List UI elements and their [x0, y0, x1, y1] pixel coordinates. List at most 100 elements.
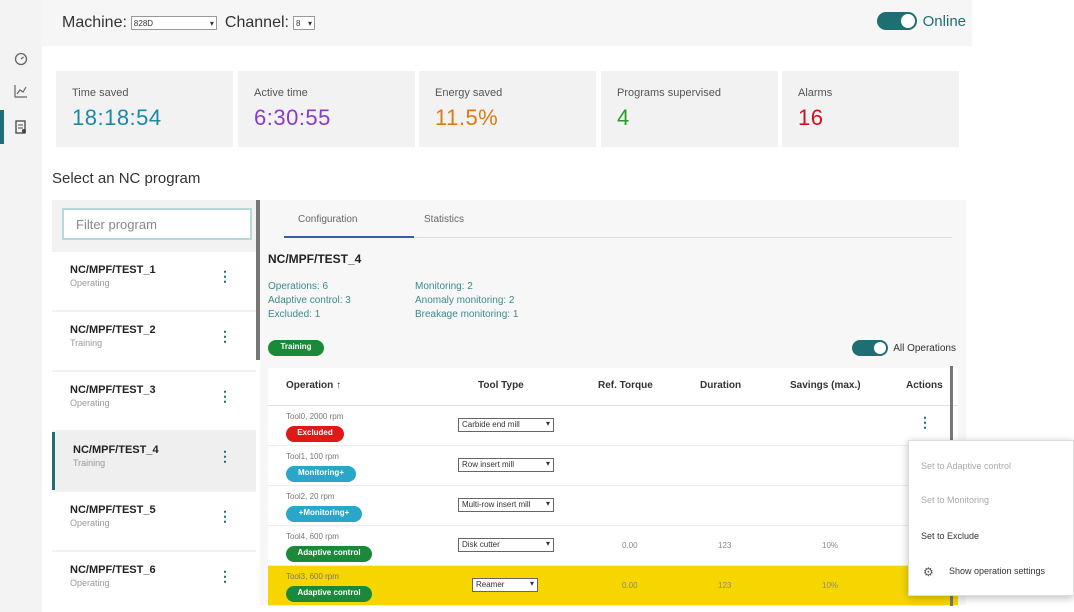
- all-operations-label: All Operations: [893, 342, 956, 354]
- operation-mode-badge: Excluded: [286, 426, 344, 442]
- channel-select[interactable]: 8 ▾: [292, 16, 315, 30]
- kpi-value: 16: [798, 105, 824, 130]
- program-item[interactable]: NC/MPF/TEST_6 Operating ⋮: [52, 552, 256, 605]
- tab-configuration[interactable]: Configuration: [298, 214, 357, 225]
- summary-left: Operations: 6 Adaptive control: 3 Exclud…: [268, 280, 351, 322]
- gear-icon: ⚙: [923, 565, 934, 579]
- duration-cell: 123: [718, 581, 732, 590]
- operation-label: Tool4, 600 rpm: [286, 532, 339, 541]
- more-vertical-icon[interactable]: ⋮: [218, 508, 232, 525]
- kpi-label: Energy saved: [435, 87, 503, 99]
- tool-type-select[interactable]: Disk cutter ▾: [458, 538, 554, 552]
- chevron-down-icon: ▾: [209, 18, 214, 28]
- chevron-down-icon: ▾: [545, 419, 550, 428]
- all-operations-toggle[interactable]: [852, 340, 889, 356]
- tool-type-select[interactable]: Row insert mill ▾: [458, 458, 554, 472]
- kpi-label: Alarms: [798, 87, 833, 99]
- kpi-time-saved: Time saved 18:18:54: [56, 71, 233, 147]
- tool-type-value: Disk cutter: [462, 540, 500, 549]
- app-root: Machine: 828D ▾ Channel: 8 ▾ Online Time…: [0, 0, 1074, 612]
- tool-type-select[interactable]: Reamer ▾: [472, 578, 538, 592]
- tool-type-value: Reamer: [476, 580, 505, 589]
- tool-type-value: Multi-row insert mill: [462, 500, 531, 509]
- chevron-down-icon: ▾: [545, 459, 550, 468]
- machine-select-value: 828D: [133, 18, 154, 28]
- machine-select[interactable]: 828D ▾: [130, 16, 217, 30]
- col-duration[interactable]: Duration: [700, 380, 741, 391]
- operation-mode-badge: Adaptive control: [286, 546, 372, 562]
- kpi-label: Programs supervised: [617, 87, 721, 99]
- tab-active-indicator: [284, 236, 414, 238]
- kpi-label: Active time: [254, 87, 308, 99]
- program-item-selected[interactable]: NC/MPF/TEST_4 Training ⋮: [52, 432, 256, 490]
- col-ref-torque[interactable]: Ref. Torque: [598, 380, 653, 391]
- kpi-value: 4: [617, 105, 630, 130]
- kpi-alarms: Alarms 16: [782, 71, 959, 147]
- col-operation[interactable]: Operation ↑: [286, 380, 341, 391]
- document-icon[interactable]: [6, 112, 36, 142]
- more-vertical-icon[interactable]: ⋮: [218, 448, 232, 465]
- operation-label: Tool1, 100 rpm: [286, 452, 339, 461]
- more-vertical-icon[interactable]: ⋮: [218, 568, 232, 585]
- operation-label: Tool0, 2000 rpm: [286, 412, 344, 421]
- kpi-value: 6:30:55: [254, 105, 331, 130]
- program-title: NC/MPF/TEST_4: [268, 252, 362, 266]
- kpi-value: 11.5%: [435, 105, 499, 130]
- operation-label: Tool3, 600 rpm: [286, 572, 339, 581]
- chevron-down-icon: ▾: [529, 579, 534, 588]
- filter-program-input[interactable]: Filter program: [62, 208, 252, 240]
- col-tool-type[interactable]: Tool Type: [478, 380, 524, 391]
- menu-item-set-exclude[interactable]: Set to Exclude: [921, 531, 979, 541]
- program-item[interactable]: NC/MPF/TEST_3 Operating ⋮: [52, 372, 256, 430]
- tool-type-select[interactable]: Carbide end mill ▾: [458, 418, 554, 432]
- program-item[interactable]: NC/MPF/TEST_5 Operating ⋮: [52, 492, 256, 550]
- dashboard-icon[interactable]: [6, 44, 36, 74]
- online-label: Online: [922, 12, 966, 30]
- mode-badge: Training: [268, 340, 324, 356]
- table-row[interactable]: Tool4, 600 rpm Adaptive control Disk cut…: [268, 526, 958, 566]
- summary-right: Monitoring: 2 Anomaly monitoring: 2 Brea…: [415, 280, 518, 322]
- all-operations-group: All Operations: [852, 340, 956, 356]
- kpi-value: 18:18:54: [72, 105, 162, 130]
- program-list: Filter program NC/MPF/TEST_1 Operating ⋮…: [52, 200, 256, 605]
- table-row-highlighted[interactable]: Tool3, 600 rpm Adaptive control Reamer ▾ …: [268, 566, 958, 606]
- table-row[interactable]: Tool1, 100 rpm Monitoring+ Row insert mi…: [268, 446, 958, 486]
- breakage-monitoring-count: Breakage monitoring: 1: [415, 309, 519, 320]
- tool-type-select[interactable]: Multi-row insert mill ▾: [458, 498, 554, 512]
- operations-count: Operations: 6: [268, 281, 329, 292]
- menu-item-set-adaptive[interactable]: Set to Adaptive control: [921, 461, 1011, 471]
- kpi-programs-supervised: Programs supervised 4: [601, 71, 778, 147]
- col-actions: Actions: [906, 380, 943, 391]
- top-bar: Machine: 828D ▾ Channel: 8 ▾ Online: [42, 0, 972, 46]
- duration-cell: 123: [718, 541, 732, 550]
- operation-mode-badge: Monitoring+: [286, 466, 356, 482]
- kpi-energy-saved: Energy saved 11.5%: [419, 71, 596, 147]
- savings-cell: 10%: [822, 541, 839, 550]
- col-savings[interactable]: Savings (max.): [790, 380, 861, 391]
- kpi-active-time: Active time 6:30:55: [238, 71, 415, 147]
- tool-type-value: Carbide end mill: [462, 420, 520, 429]
- channel-select-value: 8: [295, 18, 301, 28]
- chevron-down-icon: ▾: [307, 18, 312, 28]
- kpi-label: Time saved: [72, 87, 129, 99]
- rail-active-indicator: [0, 110, 4, 144]
- program-item[interactable]: NC/MPF/TEST_1 Operating ⋮: [52, 252, 256, 310]
- savings-cell: 10%: [822, 581, 839, 590]
- operation-mode-badge: +Monitoring+: [286, 506, 362, 522]
- left-rail: [0, 0, 42, 612]
- more-vertical-icon[interactable]: ⋮: [218, 328, 232, 345]
- program-item[interactable]: NC/MPF/TEST_2 Training ⋮: [52, 312, 256, 370]
- table-row[interactable]: Tool0, 2000 rpm Excluded Carbide end mil…: [268, 406, 958, 446]
- table-row[interactable]: Tool2, 20 rpm +Monitoring+ Multi-row ins…: [268, 486, 958, 526]
- more-vertical-icon[interactable]: ⋮: [218, 388, 232, 405]
- tab-statistics[interactable]: Statistics: [424, 214, 464, 225]
- chevron-down-icon: ▾: [545, 499, 550, 508]
- tool-type-value: Row insert mill: [462, 460, 515, 469]
- monitoring-count: Monitoring: 2: [415, 281, 473, 292]
- menu-item-operation-settings[interactable]: Show operation settings: [949, 566, 1045, 576]
- online-toggle[interactable]: [876, 12, 917, 30]
- menu-item-set-monitoring[interactable]: Set to Monitoring: [921, 495, 989, 505]
- more-vertical-icon[interactable]: ⋮: [918, 414, 932, 431]
- chart-icon[interactable]: [6, 76, 36, 106]
- more-vertical-icon[interactable]: ⋮: [218, 268, 232, 285]
